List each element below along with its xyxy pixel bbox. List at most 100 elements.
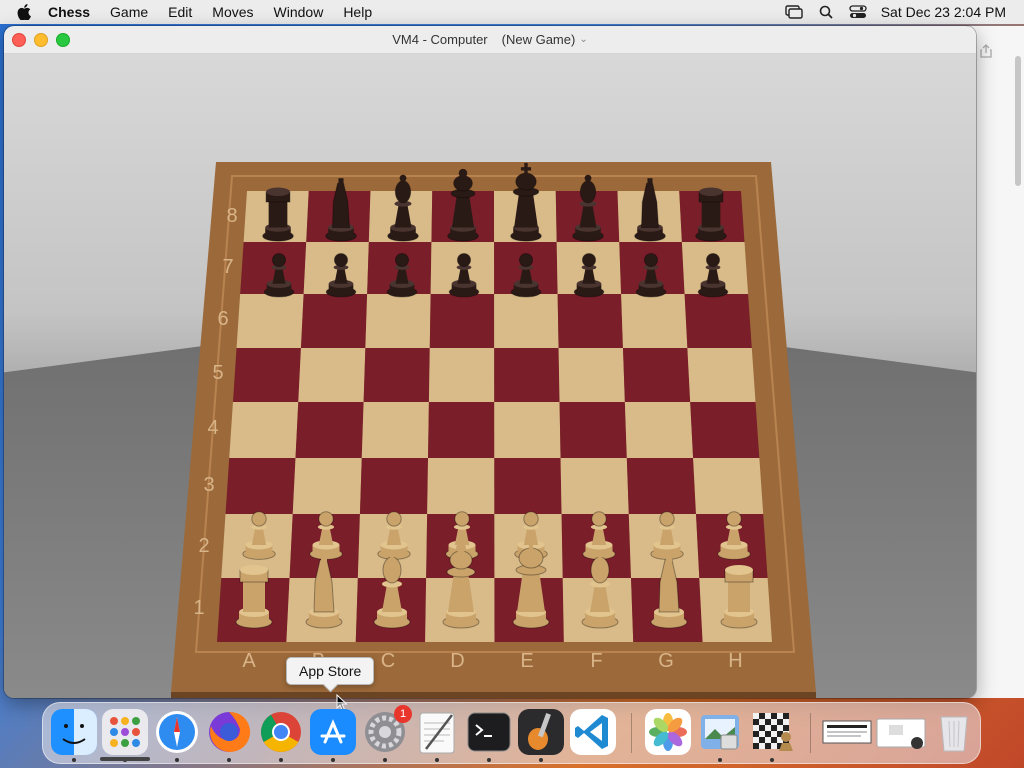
dock-safari[interactable] [154, 709, 200, 755]
dock-chrome[interactable] [258, 709, 304, 755]
file-label-c: C [381, 650, 395, 672]
control-center-icon[interactable] [849, 5, 867, 19]
square-f5[interactable] [558, 348, 625, 402]
square-h5[interactable] [687, 348, 756, 402]
chess-board[interactable]: ABCDEFGH12345678 [4, 54, 976, 698]
square-c3[interactable] [359, 458, 429, 514]
dock-garageband[interactable] [518, 709, 564, 755]
square-b5[interactable] [298, 348, 366, 402]
dock-preview[interactable] [697, 709, 743, 755]
square-f4[interactable] [559, 402, 627, 458]
square-e3[interactable] [494, 458, 562, 514]
launchpad-indicator [100, 757, 150, 761]
dock-textedit[interactable] [414, 709, 460, 755]
chrome-icon [258, 709, 304, 755]
menu-game[interactable]: Game [100, 4, 158, 20]
square-a6[interactable] [236, 294, 304, 348]
dock-firefox[interactable] [206, 709, 252, 755]
file-label-h: H [728, 650, 742, 672]
square-e6[interactable] [494, 294, 559, 348]
window-titlebar[interactable]: VM4 - Computer (New Game) ⌄ [4, 26, 976, 54]
square-a3[interactable] [225, 458, 296, 514]
square-a5[interactable] [232, 348, 301, 402]
chess-scene[interactable]: ABCDEFGH12345678 [4, 54, 976, 698]
trash-icon [931, 709, 977, 755]
menu-help[interactable]: Help [333, 4, 382, 20]
dock-terminal[interactable] [466, 709, 512, 755]
dock-app-store[interactable] [310, 709, 356, 755]
square-h3[interactable] [693, 458, 764, 514]
scrollbar[interactable] [1015, 56, 1021, 186]
dock-photos[interactable] [645, 709, 691, 755]
chess-icon [749, 709, 795, 755]
square-d4[interactable] [428, 402, 495, 458]
square-g5[interactable] [622, 348, 691, 402]
square-c4[interactable] [361, 402, 429, 458]
dock-folder[interactable] [875, 709, 927, 755]
window-title: VM4 - Computer (New Game) ⌄ [392, 32, 587, 47]
dock-document[interactable] [821, 709, 873, 755]
rank-label-7: 7 [222, 256, 233, 278]
running-indicator [331, 758, 335, 762]
rank-label-3: 3 [203, 474, 214, 496]
running-indicator [487, 758, 491, 762]
board-squares[interactable] [217, 191, 772, 642]
board-frame-edge [171, 692, 816, 698]
square-b3[interactable] [292, 458, 362, 514]
apple-menu-icon[interactable] [10, 4, 38, 20]
chevron-down-icon[interactable]: ⌄ [579, 34, 587, 45]
menu-edit[interactable]: Edit [158, 4, 202, 20]
photos-icon [645, 709, 691, 755]
vscode-icon [570, 709, 616, 755]
running-indicator [539, 758, 543, 762]
dock: 1 [42, 702, 981, 764]
running-indicator [435, 758, 439, 762]
dock-launchpad[interactable] [102, 709, 148, 755]
square-g3[interactable] [626, 458, 696, 514]
menu-chess[interactable]: Chess [38, 4, 100, 20]
screen-mirroring-icon[interactable] [785, 5, 803, 19]
square-b4[interactable] [295, 402, 364, 458]
square-b6[interactable] [300, 294, 368, 348]
square-h4[interactable] [690, 402, 760, 458]
square-e4[interactable] [494, 402, 561, 458]
square-g6[interactable] [621, 294, 688, 348]
notification-badge: 1 [394, 705, 412, 723]
square-g4[interactable] [624, 402, 694, 458]
dock-trash[interactable] [931, 709, 977, 755]
menubar-clock[interactable]: Sat Dec 23 2:04 PM [881, 4, 1014, 20]
square-d3[interactable] [427, 458, 495, 514]
running-indicator [770, 758, 774, 762]
file-label-f: F [590, 650, 602, 672]
safari-icon [154, 709, 200, 755]
close-button[interactable] [12, 33, 26, 47]
square-c6[interactable] [365, 294, 431, 348]
rank-label-5: 5 [212, 362, 223, 384]
square-d5[interactable] [428, 348, 495, 402]
running-indicator [72, 758, 76, 762]
square-f6[interactable] [557, 294, 623, 348]
dock-chess[interactable] [749, 709, 795, 755]
window-subtitle[interactable]: (New Game) [502, 32, 576, 47]
garageband-icon [518, 709, 564, 755]
chess-window: VM4 - Computer (New Game) ⌄ ABCDEFGH1234… [4, 26, 976, 698]
menu-moves[interactable]: Moves [202, 4, 263, 20]
dock-vscode[interactable] [570, 709, 616, 755]
file-label-g: G [658, 650, 674, 672]
running-indicator [175, 758, 179, 762]
rank-label-1: 1 [193, 597, 204, 619]
square-c5[interactable] [363, 348, 430, 402]
zoom-button[interactable] [56, 33, 70, 47]
square-h6[interactable] [684, 294, 752, 348]
menu-window[interactable]: Window [264, 4, 334, 20]
rank-label-8: 8 [226, 205, 237, 227]
square-e5[interactable] [494, 348, 560, 402]
window-title-text: VM4 - Computer [392, 32, 488, 47]
square-f3[interactable] [560, 458, 629, 514]
spotlight-search-icon[interactable] [817, 5, 835, 19]
dock-finder[interactable] [51, 709, 97, 755]
minimize-button[interactable] [34, 33, 48, 47]
square-d6[interactable] [429, 294, 495, 348]
square-a4[interactable] [229, 402, 299, 458]
tooltip-text: App Store [299, 663, 362, 679]
